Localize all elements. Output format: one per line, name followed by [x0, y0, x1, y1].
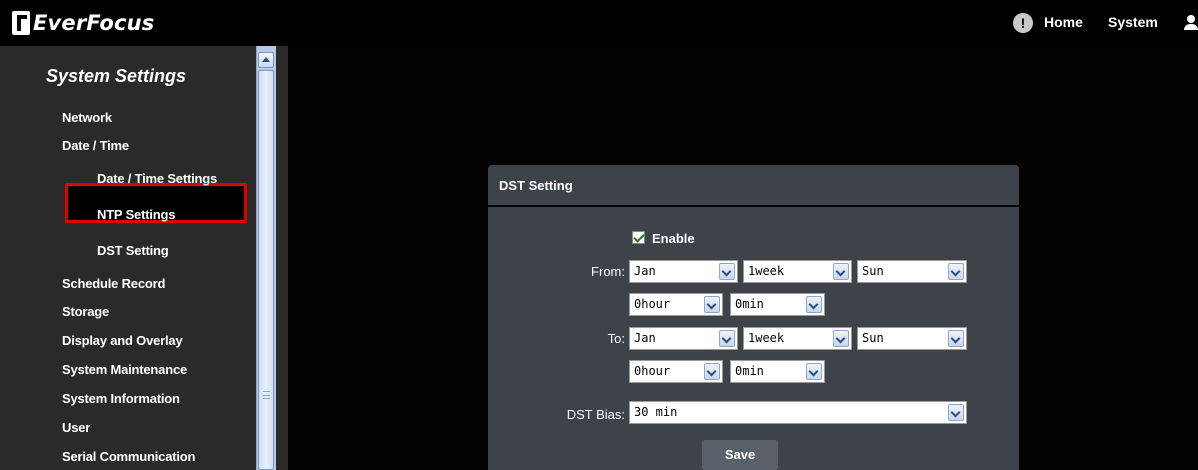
everfocus-logo[interactable]: EverFocus	[12, 10, 154, 36]
to-week-select[interactable]: 1week	[743, 327, 852, 350]
from-week-value: 1week	[748, 264, 785, 278]
from-hour-value: 0hour	[634, 297, 671, 311]
sidebar-item-ntp-settings[interactable]: NTP Settings	[97, 207, 175, 222]
dialog-body: Enable From: Jan 1week Sun 0hour 0min To…	[488, 207, 1019, 470]
to-hour-select[interactable]: 0hour	[629, 360, 723, 383]
from-month-select[interactable]: Jan	[629, 260, 738, 283]
to-day-value: Sun	[862, 331, 884, 345]
chevron-down-icon	[704, 296, 720, 313]
chevron-down-icon	[806, 296, 822, 313]
sidebar-item-schedule-record[interactable]: Schedule Record	[62, 276, 165, 291]
scroll-thumb[interactable]	[258, 70, 274, 470]
sidebar-item-date-time[interactable]: Date / Time	[62, 138, 129, 153]
from-hour-select[interactable]: 0hour	[629, 293, 723, 316]
chevron-down-icon	[833, 330, 849, 347]
dst-bias-label: DST Bias:	[566, 407, 625, 422]
sidebar-item-dst-setting[interactable]: DST Setting	[97, 243, 169, 258]
user-icon[interactable]	[1184, 15, 1198, 31]
nav-system[interactable]: System	[1108, 14, 1158, 30]
sidebar: System Settings	[0, 46, 256, 470]
scroll-up-arrow-icon[interactable]	[258, 52, 274, 68]
sidebar-item-system-information[interactable]: System Information	[62, 391, 180, 406]
sidebar-divider	[276, 46, 288, 470]
dst-bias-value: 30 min	[634, 405, 678, 419]
sidebar-scrollbar[interactable]	[256, 46, 276, 470]
sidebar-item-display-overlay[interactable]: Display and Overlay	[62, 333, 183, 348]
from-day-value: Sun	[862, 264, 884, 278]
brand-name: EverFocus	[33, 11, 155, 35]
to-month-select[interactable]: Jan	[629, 327, 738, 350]
grip-icon	[263, 391, 270, 399]
to-week-value: 1week	[748, 331, 785, 345]
dst-bias-select[interactable]: 30 min	[629, 401, 967, 424]
enable-label: Enable	[652, 231, 695, 246]
from-month-value: Jan	[634, 264, 656, 278]
to-label: To:	[607, 331, 625, 346]
chevron-down-icon	[719, 330, 735, 347]
sidebar-item-user[interactable]: User	[62, 420, 90, 435]
nav-home[interactable]: Home	[1044, 14, 1083, 30]
from-day-select[interactable]: Sun	[857, 260, 967, 283]
top-bar: EverFocus ! Home System	[0, 0, 1198, 46]
from-label: From:	[591, 264, 625, 279]
from-min-value: 0min	[735, 297, 764, 311]
to-min-value: 0min	[735, 364, 764, 378]
sidebar-item-network[interactable]: Network	[62, 110, 112, 125]
sidebar-item-system-maintenance[interactable]: System Maintenance	[62, 362, 187, 377]
sidebar-item-date-time-settings[interactable]: Date / Time Settings	[97, 171, 217, 186]
dst-setting-dialog: DST Setting Enable From: Jan 1week Sun 0…	[488, 165, 1019, 470]
sidebar-title: System Settings	[46, 66, 187, 86]
to-day-select[interactable]: Sun	[857, 327, 967, 350]
chevron-down-icon	[948, 404, 964, 421]
chevron-down-icon	[806, 363, 822, 380]
chevron-down-icon	[948, 263, 964, 280]
logo-mark-icon	[12, 11, 30, 35]
to-min-select[interactable]: 0min	[730, 360, 825, 383]
alert-icon[interactable]: !	[1013, 13, 1033, 33]
sidebar-item-serial-communication[interactable]: Serial Communication	[62, 449, 195, 464]
chevron-down-icon	[704, 363, 720, 380]
chevron-down-icon	[719, 263, 735, 280]
from-min-select[interactable]: 0min	[730, 293, 825, 316]
chevron-down-icon	[948, 330, 964, 347]
to-month-value: Jan	[634, 331, 656, 345]
enable-checkbox[interactable]	[632, 231, 645, 244]
from-week-select[interactable]: 1week	[743, 260, 852, 283]
chevron-down-icon	[833, 263, 849, 280]
dialog-title: DST Setting	[488, 165, 1019, 205]
sidebar-item-storage[interactable]: Storage	[62, 304, 109, 319]
to-hour-value: 0hour	[634, 364, 671, 378]
save-button[interactable]: Save	[702, 440, 778, 470]
